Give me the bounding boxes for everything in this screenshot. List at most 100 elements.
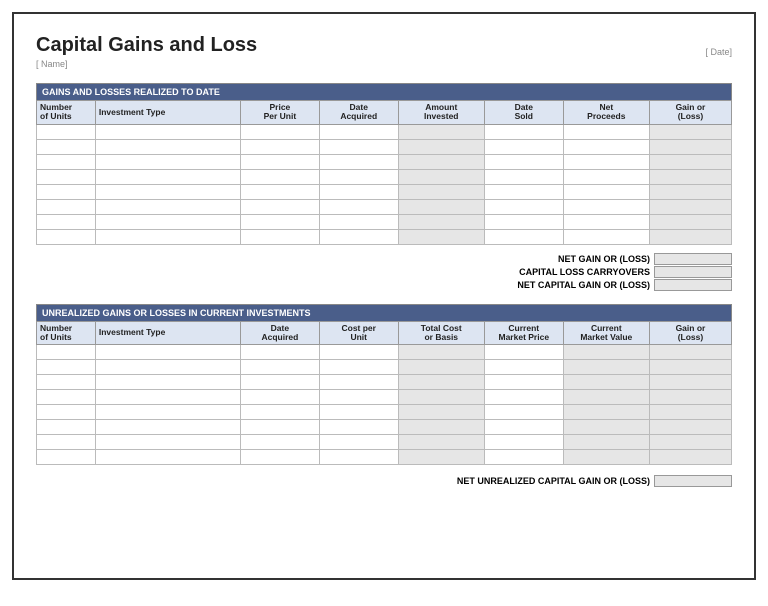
net-unrealized-value[interactable] — [654, 475, 732, 487]
table-cell[interactable] — [484, 360, 563, 375]
table-cell[interactable] — [95, 229, 240, 244]
table-cell[interactable] — [398, 124, 484, 139]
table-cell[interactable] — [37, 390, 96, 405]
table-cell[interactable] — [240, 214, 319, 229]
table-cell[interactable] — [95, 214, 240, 229]
table-cell[interactable] — [95, 390, 240, 405]
table-cell[interactable] — [240, 345, 319, 360]
table-cell[interactable] — [95, 360, 240, 375]
table-cell[interactable] — [95, 450, 240, 465]
table-cell[interactable] — [95, 169, 240, 184]
table-cell[interactable] — [649, 124, 731, 139]
table-cell[interactable] — [240, 199, 319, 214]
table-cell[interactable] — [37, 169, 96, 184]
table-cell[interactable] — [649, 139, 731, 154]
table-cell[interactable] — [563, 124, 649, 139]
table-cell[interactable] — [398, 199, 484, 214]
table-cell[interactable] — [563, 360, 649, 375]
table-cell[interactable] — [484, 139, 563, 154]
table-cell[interactable] — [484, 184, 563, 199]
table-cell[interactable] — [319, 184, 398, 199]
table-cell[interactable] — [37, 229, 96, 244]
name-placeholder[interactable]: [ Name] — [36, 59, 732, 69]
table-cell[interactable] — [37, 420, 96, 435]
table-cell[interactable] — [95, 345, 240, 360]
table-cell[interactable] — [240, 420, 319, 435]
table-cell[interactable] — [95, 435, 240, 450]
table-cell[interactable] — [37, 375, 96, 390]
table-cell[interactable] — [398, 214, 484, 229]
table-cell[interactable] — [563, 199, 649, 214]
table-cell[interactable] — [37, 154, 96, 169]
table-cell[interactable] — [484, 345, 563, 360]
table-cell[interactable] — [37, 214, 96, 229]
table-cell[interactable] — [240, 375, 319, 390]
table-cell[interactable] — [563, 139, 649, 154]
table-cell[interactable] — [319, 139, 398, 154]
table-cell[interactable] — [95, 154, 240, 169]
table-cell[interactable] — [563, 229, 649, 244]
table-cell[interactable] — [37, 345, 96, 360]
table-cell[interactable] — [398, 184, 484, 199]
table-cell[interactable] — [240, 435, 319, 450]
table-cell[interactable] — [398, 405, 484, 420]
table-cell[interactable] — [319, 435, 398, 450]
table-cell[interactable] — [563, 154, 649, 169]
table-cell[interactable] — [240, 405, 319, 420]
date-placeholder[interactable]: [ Date] — [705, 47, 732, 57]
table-cell[interactable] — [398, 154, 484, 169]
table-cell[interactable] — [240, 390, 319, 405]
table-cell[interactable] — [563, 184, 649, 199]
table-cell[interactable] — [240, 124, 319, 139]
table-cell[interactable] — [37, 435, 96, 450]
table-cell[interactable] — [649, 390, 731, 405]
table-cell[interactable] — [398, 169, 484, 184]
table-cell[interactable] — [649, 214, 731, 229]
table-cell[interactable] — [319, 169, 398, 184]
table-cell[interactable] — [649, 375, 731, 390]
table-cell[interactable] — [240, 184, 319, 199]
table-cell[interactable] — [37, 450, 96, 465]
table-cell[interactable] — [319, 450, 398, 465]
table-cell[interactable] — [37, 184, 96, 199]
table-cell[interactable] — [649, 405, 731, 420]
table-cell[interactable] — [37, 124, 96, 139]
table-cell[interactable] — [484, 214, 563, 229]
table-cell[interactable] — [319, 214, 398, 229]
table-cell[interactable] — [484, 420, 563, 435]
table-cell[interactable] — [484, 229, 563, 244]
table-cell[interactable] — [484, 375, 563, 390]
table-cell[interactable] — [95, 124, 240, 139]
net-capital-value[interactable] — [654, 279, 732, 291]
table-cell[interactable] — [398, 229, 484, 244]
table-cell[interactable] — [649, 420, 731, 435]
table-cell[interactable] — [484, 450, 563, 465]
table-cell[interactable] — [484, 154, 563, 169]
table-cell[interactable] — [319, 405, 398, 420]
table-cell[interactable] — [240, 450, 319, 465]
table-cell[interactable] — [398, 139, 484, 154]
table-cell[interactable] — [649, 229, 731, 244]
carryovers-value[interactable] — [654, 266, 732, 278]
table-cell[interactable] — [95, 375, 240, 390]
table-cell[interactable] — [240, 229, 319, 244]
table-cell[interactable] — [484, 435, 563, 450]
table-cell[interactable] — [649, 169, 731, 184]
table-cell[interactable] — [319, 199, 398, 214]
table-cell[interactable] — [95, 184, 240, 199]
table-cell[interactable] — [398, 375, 484, 390]
table-cell[interactable] — [319, 345, 398, 360]
table-cell[interactable] — [95, 420, 240, 435]
table-cell[interactable] — [484, 124, 563, 139]
table-cell[interactable] — [398, 450, 484, 465]
table-cell[interactable] — [563, 390, 649, 405]
table-cell[interactable] — [484, 169, 563, 184]
table-cell[interactable] — [319, 375, 398, 390]
table-cell[interactable] — [319, 124, 398, 139]
table-cell[interactable] — [95, 139, 240, 154]
table-cell[interactable] — [649, 184, 731, 199]
table-cell[interactable] — [319, 229, 398, 244]
table-cell[interactable] — [563, 169, 649, 184]
table-cell[interactable] — [649, 345, 731, 360]
table-cell[interactable] — [95, 199, 240, 214]
